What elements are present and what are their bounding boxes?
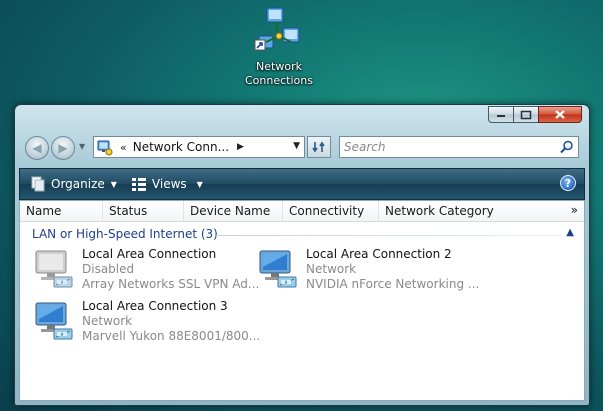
views-button[interactable]: Views ▼ xyxy=(131,176,203,192)
help-button[interactable]: ? xyxy=(560,175,576,191)
close-button[interactable] xyxy=(538,106,582,123)
minimize-icon xyxy=(497,114,505,117)
back-button[interactable]: ◀ xyxy=(25,136,49,160)
item-name: Local Area Connection 3 xyxy=(82,299,228,313)
address-overflow-chevron[interactable]: « xyxy=(120,141,127,154)
network-adapter-disabled-icon xyxy=(35,250,73,288)
views-label: Views xyxy=(151,177,187,191)
desktop-icon-label: Network Connections xyxy=(245,60,313,87)
navigation-bar: ◀ ▶ ▼ « Network Conn... ▶ ▼ xyxy=(23,135,581,161)
group-header[interactable]: LAN or High-Speed Internet (3) ▲ xyxy=(20,225,584,245)
item-status: Disabled xyxy=(82,262,135,276)
help-icon: ? xyxy=(564,176,572,190)
organize-button[interactable]: Organize ▼ xyxy=(30,176,117,192)
column-header-status[interactable]: Status xyxy=(103,201,184,221)
desktop-icon-network-connections[interactable]: Network Connections xyxy=(236,6,322,88)
column-header-connectivity[interactable]: Connectivity xyxy=(283,201,379,221)
close-icon xyxy=(555,110,565,119)
address-bar[interactable]: « Network Conn... ▶ ▼ xyxy=(93,136,305,158)
search-input[interactable] xyxy=(340,138,559,156)
column-header-network-category[interactable]: Network Category xyxy=(379,201,549,221)
item-status: Network xyxy=(82,314,133,328)
network-adapter-icon xyxy=(35,302,73,340)
search-box[interactable] xyxy=(339,136,579,158)
column-headers: Name Status Device Name Connectivity Net… xyxy=(20,201,584,222)
window-controls xyxy=(488,106,582,123)
chevron-down-icon: ▼ xyxy=(196,179,203,189)
command-toolbar: Organize ▼ Views ▼ ? xyxy=(19,168,585,200)
group-divider xyxy=(216,235,562,236)
column-header-device-name[interactable]: Device Name xyxy=(184,201,283,221)
item-status: Network xyxy=(306,262,357,276)
chevron-down-icon: ▼ xyxy=(110,179,117,189)
item-name: Local Area Connection 2 xyxy=(306,247,452,261)
address-dropdown-icon[interactable]: ▼ xyxy=(293,141,300,151)
minimize-button[interactable] xyxy=(488,106,514,123)
item-device-name: Marvell Yukon 88E8001/800... xyxy=(82,329,261,343)
network-adapter-icon xyxy=(259,250,297,288)
organize-label: Organize xyxy=(51,177,105,191)
forward-arrow-icon: ▶ xyxy=(58,141,68,155)
list-item-local-area-connection-2[interactable]: Local Area Connection 2 Network NVIDIA n… xyxy=(254,247,479,293)
column-header-name[interactable]: Name xyxy=(20,201,103,221)
back-arrow-icon: ◀ xyxy=(32,141,42,155)
address-path[interactable]: Network Conn... xyxy=(133,140,229,154)
more-columns-button[interactable]: » xyxy=(571,203,578,217)
item-device-name: Array Networks SSL VPN Ad... xyxy=(82,277,260,291)
item-name: Local Area Connection xyxy=(82,247,217,261)
organize-icon xyxy=(31,176,45,192)
maximize-button[interactable] xyxy=(513,106,539,123)
explorer-window: ◀ ▶ ▼ « Network Conn... ▶ ▼ Search Organ… xyxy=(14,104,590,406)
maximize-icon xyxy=(520,110,532,119)
forward-button[interactable]: ▶ xyxy=(51,136,75,160)
search-icon[interactable] xyxy=(559,139,575,155)
item-device-name: NVIDIA nForce Networking ... xyxy=(306,277,480,291)
address-breadcrumb-arrow[interactable]: ▶ xyxy=(237,142,244,152)
recent-pages-dropdown[interactable]: ▼ xyxy=(79,142,85,151)
views-icon xyxy=(131,178,146,191)
list-item-local-area-connection-3[interactable]: Local Area Connection 3 Network Marvell … xyxy=(30,299,260,345)
file-list-pane: Name Status Device Name Connectivity Net… xyxy=(19,200,585,401)
network-folder-icon xyxy=(97,140,113,156)
collapse-group-icon[interactable]: ▲ xyxy=(566,227,574,238)
network-connections-icon xyxy=(254,7,300,51)
refresh-button[interactable] xyxy=(307,136,331,158)
list-item-local-area-connection[interactable]: Local Area Connection Disabled Array Net… xyxy=(30,247,259,293)
refresh-icon xyxy=(312,141,325,153)
group-title: LAN or High-Speed Internet (3) xyxy=(32,227,218,241)
